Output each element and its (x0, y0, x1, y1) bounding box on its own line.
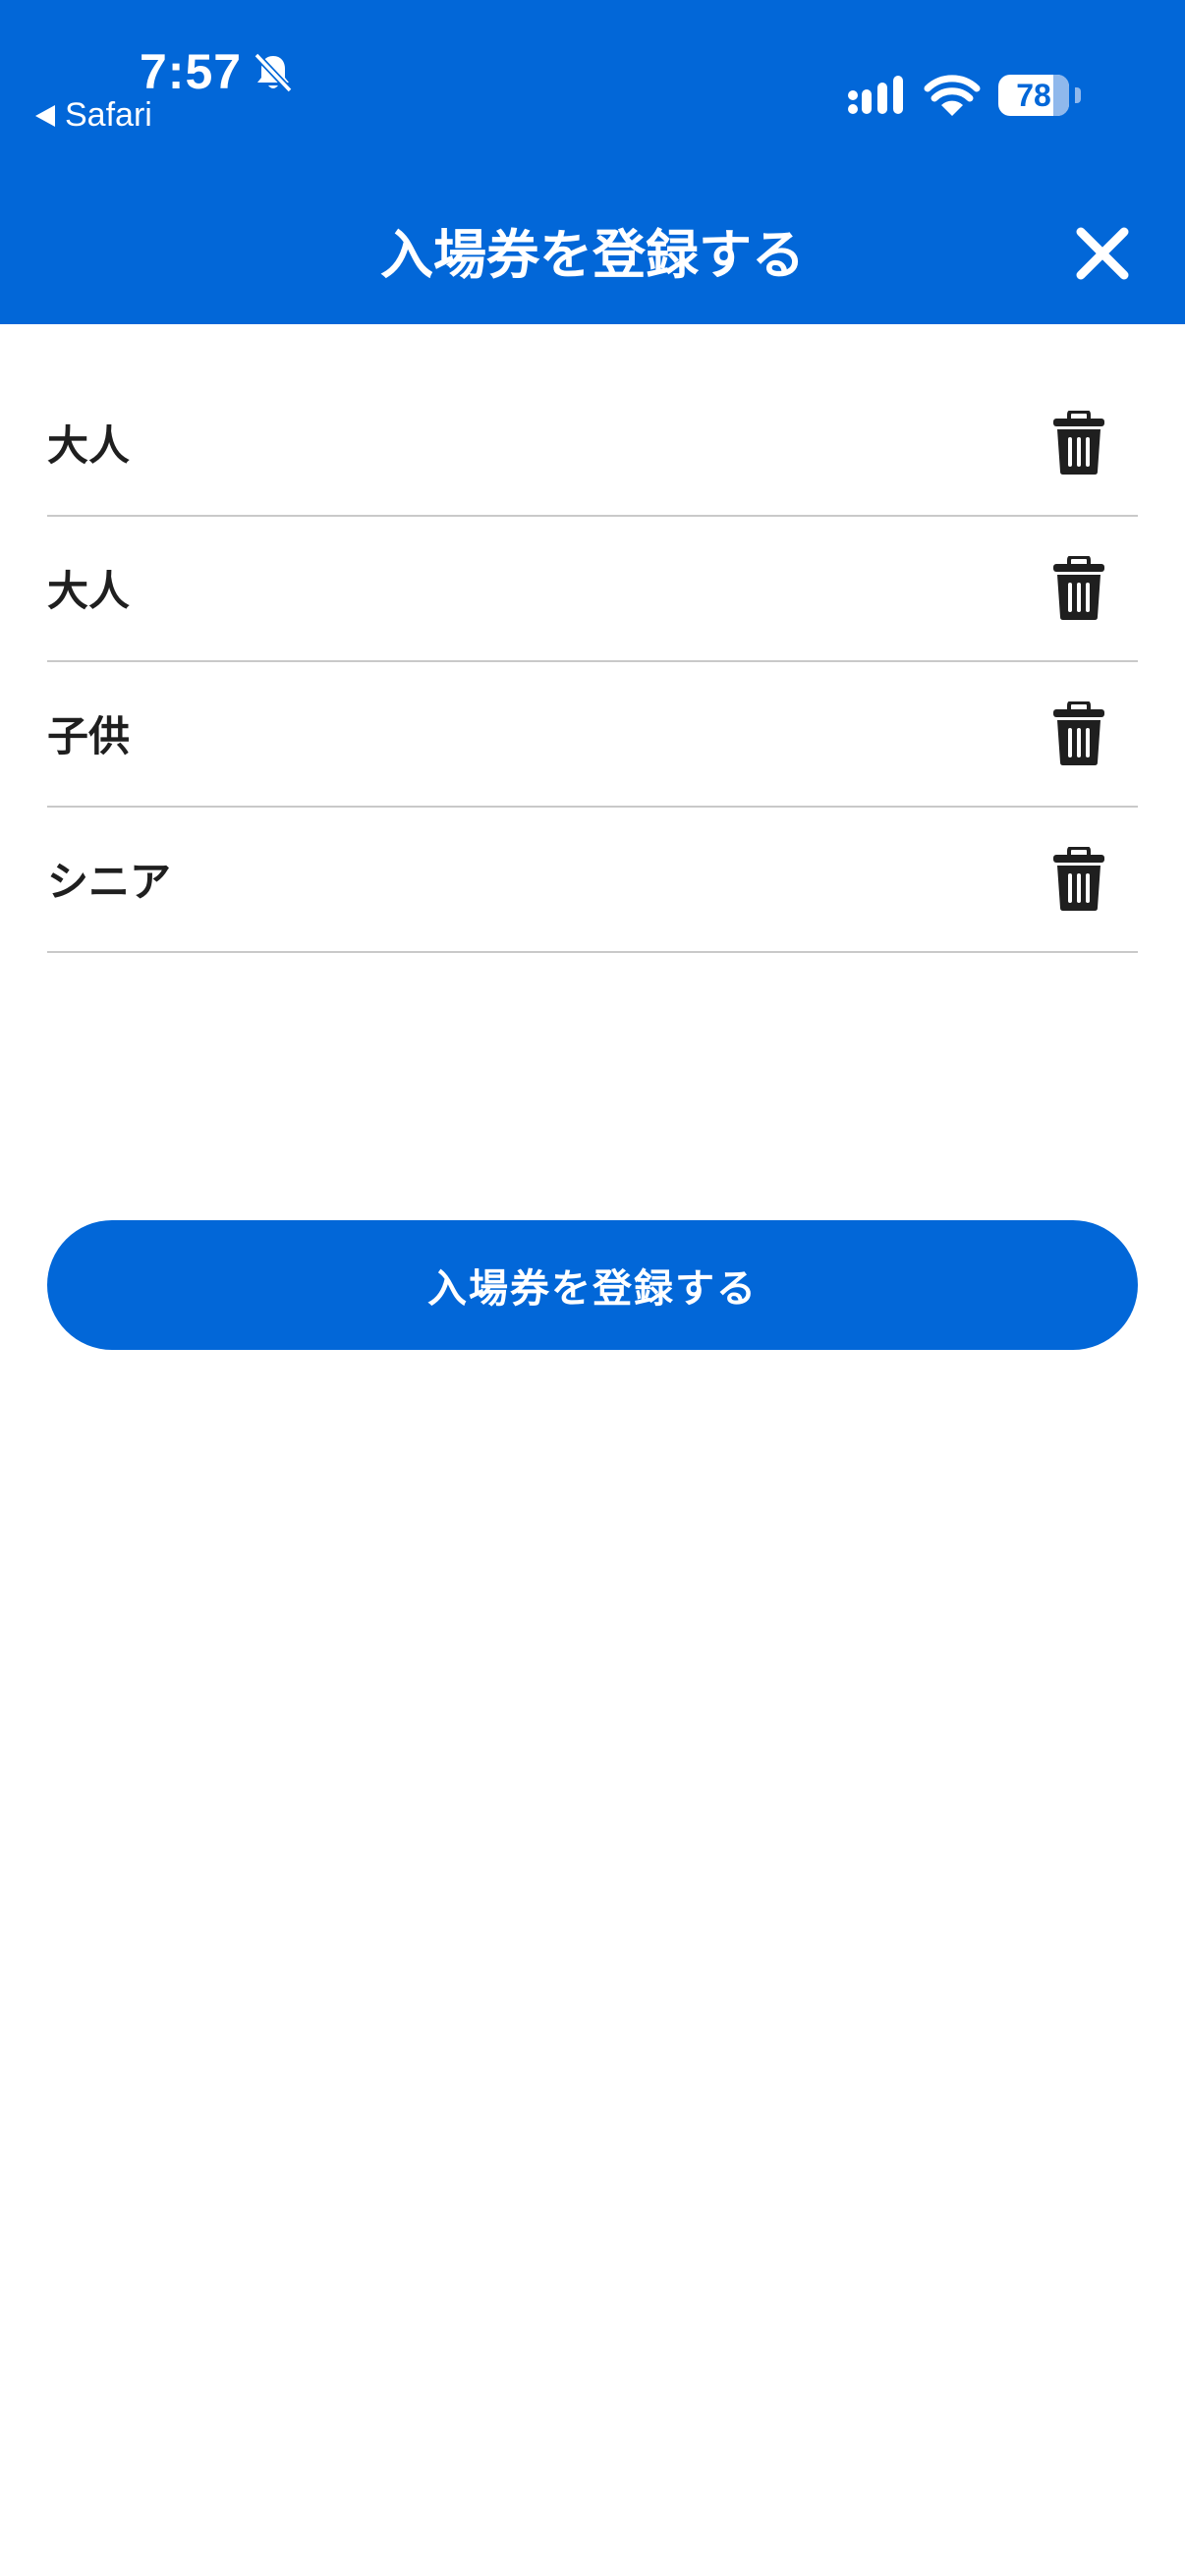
trash-icon[interactable] (1051, 701, 1106, 766)
ticket-label: 大人 (47, 421, 131, 470)
ticket-list: 大人 大人 子供 シニア (47, 371, 1138, 953)
signal-icon (848, 76, 903, 114)
page-title: 入場券を登録する (380, 224, 805, 286)
battery-tip (1075, 87, 1081, 103)
back-app-label: Safari (65, 96, 152, 134)
ticket-row: シニア (47, 808, 1138, 953)
ticket-row: 大人 (47, 517, 1138, 662)
status-time: 7:57 (140, 44, 243, 99)
battery-indicator: 78 (998, 75, 1069, 116)
trash-icon[interactable] (1051, 556, 1106, 621)
close-icon[interactable] (1071, 222, 1134, 285)
trash-icon[interactable] (1051, 847, 1106, 912)
battery-level: 78 (1016, 78, 1051, 113)
ticket-label: 大人 (47, 567, 131, 615)
ticket-row: 子供 (47, 662, 1138, 808)
back-arrow-icon (35, 104, 55, 127)
bell-slash-icon (254, 52, 293, 93)
ticket-row: 大人 (47, 371, 1138, 517)
app-header: 7:57 Safari 78 入場券を登録する (0, 0, 1185, 324)
wifi-icon (924, 75, 981, 116)
ticket-label: シニア (47, 858, 172, 906)
register-tickets-button[interactable]: 入場券を登録する (47, 1220, 1138, 1350)
ticket-label: 子供 (47, 712, 131, 760)
trash-icon[interactable] (1051, 411, 1106, 476)
back-to-app[interactable]: Safari (35, 96, 152, 135)
